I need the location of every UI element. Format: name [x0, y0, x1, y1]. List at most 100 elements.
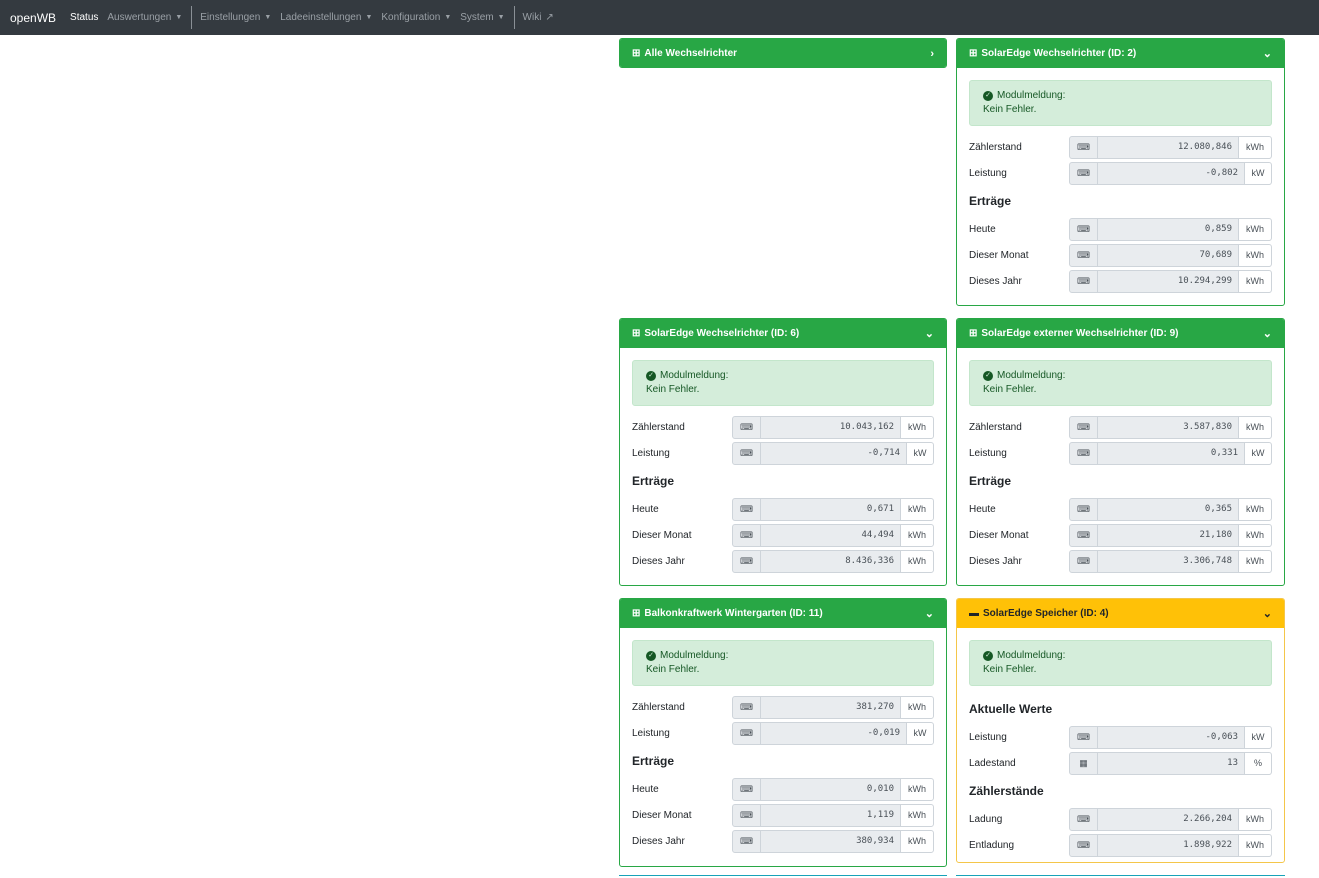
check-circle-icon: ✓ [646, 371, 656, 381]
nav-konfiguration[interactable]: Konfiguration ▼ [381, 12, 451, 23]
readonly-value: 381,270 [761, 695, 900, 719]
alert-title: Modulmeldung: [997, 370, 1066, 381]
readonly-value: -0,714 [761, 441, 906, 465]
nav-einstellungen[interactable]: Einstellungen ▼ [200, 12, 271, 23]
unit-label: kWh [1238, 415, 1272, 439]
card-header-inverter-2[interactable]: ⊞ SolarEdge Wechselrichter (ID: 2) ⌄ [957, 39, 1284, 68]
nav-ladeeinstellungen[interactable]: Ladeeinstellungen ▼ [280, 12, 372, 23]
check-circle-icon: ✓ [983, 651, 993, 661]
card-title: SolarEdge Wechselrichter (ID: 6) [644, 328, 800, 339]
card-inverter-9: ⊞ SolarEdge externer Wechselrichter (ID: … [956, 318, 1285, 586]
keyboard-icon: ⌨ [1069, 523, 1098, 547]
row-label: Dieser Monat [632, 529, 692, 541]
unit-label: kWh [900, 803, 934, 827]
value-row: Dieses Jahr ⌨ 8.436,336 kWh [632, 548, 934, 574]
row-label: Heute [632, 503, 659, 515]
value-row: Leistung ⌨ 0,331 kW [969, 440, 1272, 466]
value-row: Zählerstand ⌨ 10.043,162 kWh [632, 414, 934, 440]
card-header-battery-4[interactable]: ▬ SolarEdge Speicher (ID: 4) ⌄ [957, 599, 1284, 628]
readonly-value: 0,331 [1098, 441, 1244, 465]
keyboard-icon: ⌨ [1069, 807, 1098, 831]
value-row: Ladung ⌨ 2.266,204 kWh [969, 806, 1272, 832]
keyboard-icon: ⌨ [1069, 725, 1098, 749]
readonly-value: 0,859 [1098, 217, 1238, 241]
unit-label: kW [906, 441, 934, 465]
module-status-alert: ✓ Modulmeldung: Kein Fehler. [969, 640, 1272, 686]
value-row: Heute ⌨ 0,859 kWh [969, 216, 1272, 242]
row-label: Dieses Jahr [969, 275, 1022, 287]
caret-down-icon: ▼ [264, 14, 272, 21]
unit-label: kWh [1238, 135, 1272, 159]
value-row: Dieser Monat ⌨ 21,180 kWh [969, 522, 1272, 548]
caret-down-icon: ▼ [365, 14, 373, 21]
value-row: Heute ⌨ 0,671 kWh [632, 496, 934, 522]
keyboard-icon: ⌨ [1069, 833, 1098, 857]
unit-label: kWh [900, 829, 934, 853]
solar-panel-icon: ⊞ [969, 48, 978, 59]
row-label: Dieses Jahr [632, 555, 685, 567]
keyboard-icon: ⌨ [732, 523, 761, 547]
solar-panel-icon: ⊞ [632, 328, 641, 339]
card-header-all-inverters[interactable]: ⊞ Alle Wechselrichter › [620, 39, 946, 67]
row-label: Heute [969, 223, 996, 235]
value-row: Dieser Monat ⌨ 44,494 kWh [632, 522, 934, 548]
nav-wiki-label: Wiki [522, 12, 542, 23]
keyboard-icon: ⌨ [1069, 269, 1098, 293]
unit-label: kWh [1238, 807, 1272, 831]
unit-label: kWh [900, 415, 934, 439]
chevron-down-icon[interactable]: ⌄ [925, 607, 934, 620]
nav-status[interactable]: Status [70, 12, 98, 23]
keyboard-icon: ⌨ [732, 415, 761, 439]
keyboard-icon: ⌨ [1069, 243, 1098, 267]
card-header-inverter-6[interactable]: ⊞ SolarEdge Wechselrichter (ID: 6) ⌄ [620, 319, 946, 348]
card-title: SolarEdge externer Wechselrichter (ID: 9… [981, 328, 1179, 339]
keyboard-icon: ⌨ [1069, 549, 1098, 573]
value-row: Leistung ⌨ -0,063 kW [969, 724, 1272, 750]
solar-panel-icon: ⊞ [632, 608, 641, 619]
card-header-inverter-9[interactable]: ⊞ SolarEdge externer Wechselrichter (ID: … [957, 319, 1284, 348]
card-header-inverter-11[interactable]: ⊞ Balkonkraftwerk Wintergarten (ID: 11) ⌄ [620, 599, 946, 628]
readonly-value: 12.080,846 [1098, 135, 1238, 159]
readonly-value: 70,689 [1098, 243, 1238, 267]
calculator-icon: ▦ [1069, 751, 1098, 775]
keyboard-icon: ⌨ [732, 695, 761, 719]
readonly-value: 0,671 [761, 497, 900, 521]
chevron-down-icon[interactable]: ⌄ [1263, 47, 1272, 60]
nav-system[interactable]: System ▼ [460, 12, 504, 23]
readonly-value: 1.898,922 [1098, 833, 1238, 857]
readonly-value: 8.436,336 [761, 549, 900, 573]
row-label: Leistung [632, 447, 670, 459]
chevron-down-icon[interactable]: ⌄ [1263, 327, 1272, 340]
chevron-down-icon[interactable]: ⌄ [925, 327, 934, 340]
nav-wiki[interactable]: Wiki ↗ [523, 12, 554, 23]
unit-label: kWh [900, 523, 934, 547]
caret-down-icon: ▼ [497, 14, 505, 21]
section-heading: Zählerstände [969, 784, 1044, 798]
value-row: Dieser Monat ⌨ 70,689 kWh [969, 242, 1272, 268]
solar-panel-icon: ⊞ [632, 48, 641, 59]
nav-einstellungen-label: Einstellungen [200, 12, 261, 23]
row-label: Heute [969, 503, 996, 515]
readonly-value: 2.266,204 [1098, 807, 1238, 831]
alert-text: Kein Fehler. [983, 104, 1037, 115]
unit-label: kWh [900, 777, 934, 801]
battery-icon: ▬ [969, 608, 979, 619]
chevron-down-icon[interactable]: ⌄ [1263, 607, 1272, 620]
nav-auswertungen[interactable]: Auswertungen ▼ [107, 12, 182, 23]
unit-label: kWh [1238, 269, 1272, 293]
row-label: Zählerstand [969, 421, 1022, 433]
row-label: Ladung [969, 813, 1003, 825]
unit-label: kWh [1238, 497, 1272, 521]
card-title: Alle Wechselrichter [644, 48, 738, 59]
value-row: Leistung ⌨ -0,714 kW [632, 440, 934, 466]
check-circle-icon: ✓ [983, 371, 993, 381]
alert-title: Modulmeldung: [997, 90, 1066, 101]
readonly-value: 21,180 [1098, 523, 1238, 547]
alert-title: Modulmeldung: [660, 370, 729, 381]
solar-panel-icon: ⊞ [969, 328, 978, 339]
nav-status-label: Status [70, 12, 99, 23]
chevron-right-icon[interactable]: › [930, 48, 934, 60]
module-status-alert: ✓ Modulmeldung: Kein Fehler. [632, 360, 934, 406]
brand-logo[interactable]: openWB [10, 11, 56, 25]
row-label: Zählerstand [969, 141, 1022, 153]
